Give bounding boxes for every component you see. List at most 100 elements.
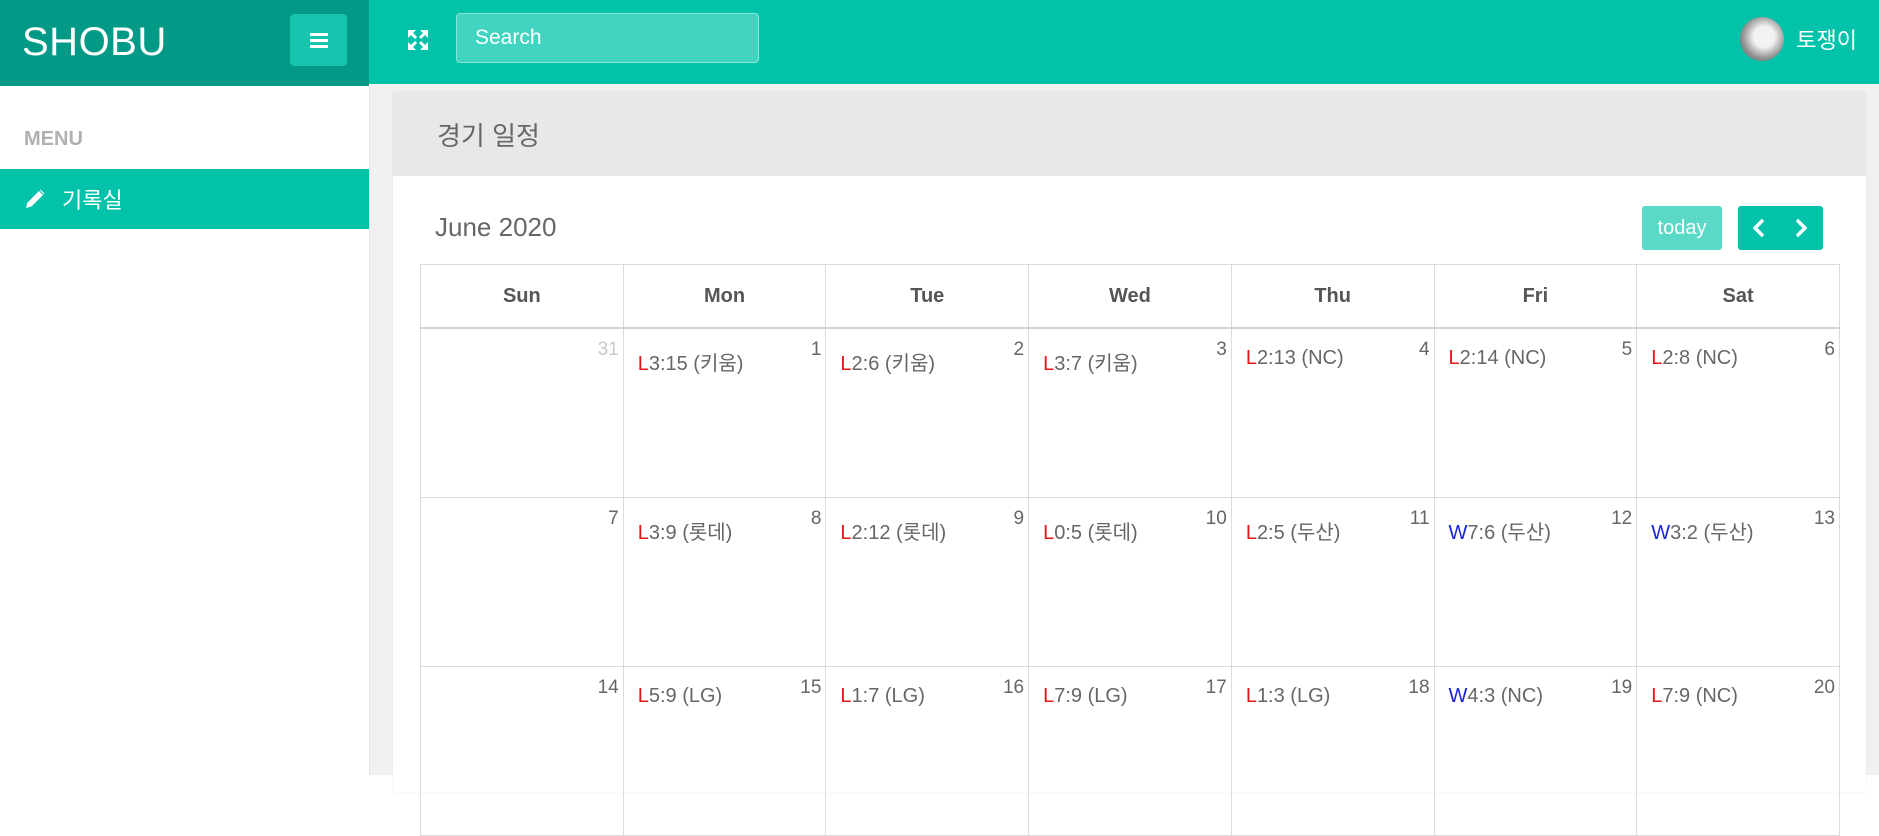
loss-marker: L — [1651, 685, 1663, 707]
game-result-event[interactable]: L1:7 (LG) — [840, 685, 924, 708]
calendar-day-cell[interactable]: 4 L2:13 (NC) — [1230, 327, 1435, 498]
game-result-event[interactable]: W7:6 (두산) — [1449, 516, 1551, 545]
game-result-event[interactable]: L3:7 (키움) — [1043, 347, 1138, 376]
day-number: 16 — [1002, 677, 1025, 698]
day-number: 15 — [800, 677, 822, 698]
calendar-day-cell[interactable]: 12 W7:6 (두산) — [1433, 497, 1638, 667]
avatar — [1740, 17, 1785, 61]
game-result-event[interactable]: L3:9 (롯데) — [638, 516, 733, 545]
calendar-day-cell[interactable]: 13 W3:2 (두산) — [1636, 497, 1840, 667]
game-result-event[interactable]: L3:15 (키움) — [638, 347, 744, 376]
loss-marker: L — [1043, 522, 1055, 544]
day-number: 17 — [1205, 677, 1227, 698]
pencil-icon — [22, 186, 48, 212]
loss-marker: L — [1448, 347, 1460, 369]
menu-heading: MENU — [24, 128, 83, 150]
loss-marker: L — [637, 353, 649, 375]
brand-area: SHOBU — [0, 0, 369, 86]
loss-marker: L — [1245, 522, 1257, 544]
weekday-header: Tue — [825, 264, 1030, 329]
game-score: 7:9 (NC) — [1662, 685, 1738, 707]
loss-marker: L — [1245, 685, 1257, 707]
calendar-week-row: 14 15 L5:9 (LG) 16 L1:7 (LG) 17 L7:9 (LG) 18 L1:… — [420, 666, 1840, 836]
main-content: 경기 일정 June 2020 today Sun Mon Tue Wed Th… — [370, 84, 1879, 836]
calendar-week-row: 31 1 L3:15 (키움) 2 L2:6 (키움) 3 L3:7 (키움) 4 L2:13 … — [420, 327, 1840, 498]
game-result-event[interactable]: L1:3 (LG) — [1246, 685, 1330, 708]
game-result-event[interactable]: W3:2 (두산) — [1651, 516, 1753, 545]
loss-marker: L — [637, 685, 649, 707]
loss-marker: L — [1043, 685, 1055, 707]
calendar-day-cell[interactable]: 9 L2:12 (롯데) — [825, 497, 1030, 667]
calendar-day-cell[interactable]: 20 L7:9 (NC) — [1636, 666, 1840, 836]
chevron-left-icon — [1753, 219, 1764, 237]
calendar-day-cell[interactable]: 7 — [420, 497, 624, 667]
day-number: 13 — [1813, 508, 1835, 529]
day-number: 6 — [1824, 339, 1835, 360]
game-result-event[interactable]: L5:9 (LG) — [638, 685, 722, 708]
game-result-event[interactable]: L2:14 (NC) — [1449, 347, 1547, 370]
brand-logo[interactable]: SHOBU — [22, 20, 167, 65]
user-name: 토쟁이 — [1796, 28, 1857, 53]
day-number: 9 — [1013, 508, 1025, 529]
weekday-header: Wed — [1028, 264, 1232, 329]
game-result-event[interactable]: L0:5 (롯데) — [1043, 516, 1138, 545]
prev-month-button[interactable] — [1738, 206, 1780, 250]
sidebar-item-records[interactable]: 기록실 — [0, 169, 369, 229]
game-result-event[interactable]: L2:13 (NC) — [1246, 347, 1344, 370]
calendar-day-cell[interactable]: 14 — [420, 666, 624, 836]
game-result-event[interactable]: L2:12 (롯데) — [840, 516, 946, 545]
loss-marker: L — [840, 522, 852, 544]
calendar-day-cell[interactable]: 2 L2:6 (키움) — [825, 327, 1030, 498]
day-number: 31 — [597, 339, 619, 360]
day-number: 12 — [1611, 508, 1633, 529]
calendar-day-cell[interactable]: 10 L0:5 (롯데) — [1028, 497, 1232, 667]
game-result-event[interactable]: L2:8 (NC) — [1651, 347, 1738, 370]
sidebar-toggle-button[interactable] — [290, 14, 347, 66]
schedule-panel: 경기 일정 June 2020 today Sun Mon Tue Wed Th… — [393, 92, 1866, 836]
next-month-button[interactable] — [1780, 206, 1822, 250]
calendar-day-cell[interactable]: 18 L1:3 (LG) — [1230, 666, 1435, 836]
game-score: 7:6 (두산) — [1467, 522, 1551, 544]
game-score: 2:6 (키움) — [851, 353, 936, 375]
game-score: 1:3 (LG) — [1256, 685, 1331, 707]
page-title: 경기 일정 — [437, 121, 540, 151]
calendar-week-row: 7 8 L3:9 (롯데) 9 L2:12 (롯데) 10 L0:5 (롯데) 11 L2:5 … — [420, 497, 1840, 667]
game-result-event[interactable]: L2:5 (두산) — [1246, 516, 1341, 545]
calendar-day-cell[interactable]: 3 L3:7 (키움) — [1028, 327, 1232, 498]
weekday-header: Thu — [1230, 264, 1435, 329]
fullscreen-button[interactable] — [400, 22, 436, 58]
day-number: 7 — [608, 508, 619, 529]
today-button[interactable]: today — [1642, 206, 1722, 250]
game-result-event[interactable]: L7:9 (NC) — [1651, 685, 1738, 708]
calendar-day-cell[interactable]: 1 L3:15 (키움) — [622, 327, 827, 498]
user-menu[interactable]: 토쟁이 — [1740, 17, 1857, 61]
game-score: 4:3 (NC) — [1467, 685, 1543, 707]
game-result-event[interactable]: L7:9 (LG) — [1043, 685, 1127, 708]
game-score: 3:15 (키움) — [648, 353, 744, 375]
calendar-day-cell[interactable]: 8 L3:9 (롯데) — [622, 497, 827, 667]
chevron-right-icon — [1796, 219, 1807, 237]
calendar-day-cell[interactable]: 19 W4:3 (NC) — [1433, 666, 1638, 836]
calendar-day-cell[interactable]: 5 L2:14 (NC) — [1433, 327, 1638, 498]
game-score: 2:12 (롯데) — [851, 522, 947, 544]
game-score: 2:14 (NC) — [1459, 347, 1547, 369]
day-number: 3 — [1216, 339, 1227, 360]
game-score: 0:5 (롯데) — [1054, 522, 1138, 544]
day-number: 10 — [1205, 508, 1227, 529]
day-number: 8 — [810, 508, 822, 529]
calendar-day-cell[interactable]: 15 L5:9 (LG) — [622, 666, 827, 836]
calendar-nav — [1738, 206, 1823, 250]
game-result-event[interactable]: W4:3 (NC) — [1449, 685, 1543, 708]
calendar-day-cell[interactable]: 17 L7:9 (LG) — [1028, 666, 1232, 836]
calendar-day-cell[interactable]: 11 L2:5 (두산) — [1230, 497, 1435, 667]
day-number: 1 — [810, 339, 822, 360]
game-result-event[interactable]: L2:6 (키움) — [840, 347, 935, 376]
calendar-day-cell[interactable]: 31 — [420, 327, 624, 498]
game-score: 2:8 (NC) — [1662, 347, 1738, 369]
game-score: 2:13 (NC) — [1256, 347, 1344, 369]
day-number: 2 — [1013, 339, 1025, 360]
search-input[interactable] — [456, 13, 759, 63]
calendar-day-cell[interactable]: 6 L2:8 (NC) — [1636, 327, 1840, 498]
game-score: 5:9 (LG) — [648, 685, 723, 707]
calendar-day-cell[interactable]: 16 L1:7 (LG) — [825, 666, 1030, 836]
